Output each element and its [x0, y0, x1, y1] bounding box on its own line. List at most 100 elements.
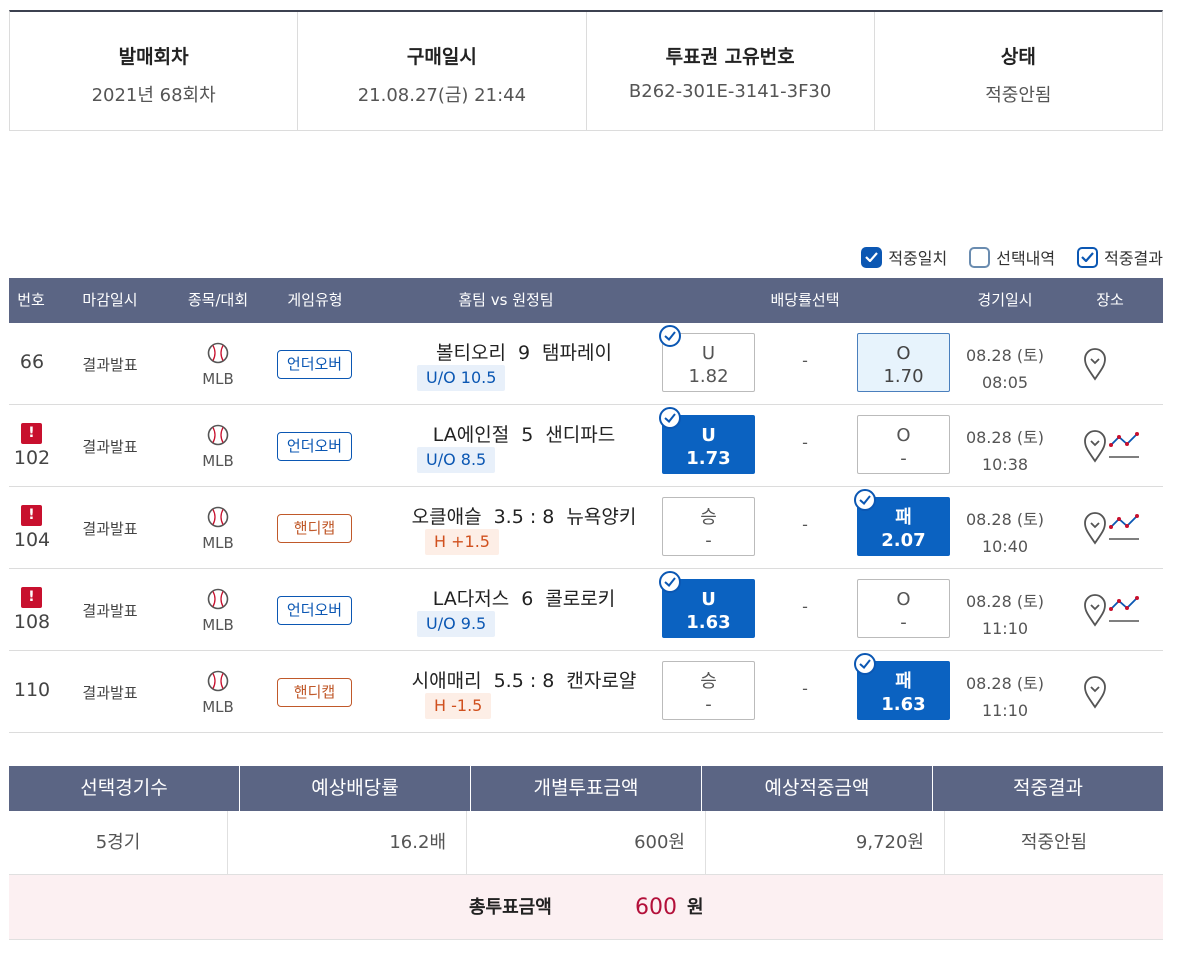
- game-number: 66: [19, 351, 45, 373]
- check-circle-icon: [659, 407, 681, 429]
- game-date: 08.28 (토): [965, 510, 1045, 529]
- game-datetime: 08.28 (토) 10:38: [959, 424, 1051, 478]
- check-circle-icon: [854, 653, 876, 675]
- game-time: 10:38: [981, 455, 1029, 474]
- exclamation-icon: !: [21, 587, 42, 608]
- game-table-header: 번호 마감일시 종목/대회 게임유형 홈팀 vs 원정팀 배당률선택 경기일시 …: [9, 278, 1163, 323]
- away-team: 콜로로키: [545, 588, 616, 610]
- league-label: MLB: [202, 370, 234, 388]
- map-pin-icon[interactable]: [1083, 593, 1107, 627]
- summary-odds: 16.2배: [228, 811, 467, 874]
- matchup: LA에인절 5 샌디파드: [359, 420, 689, 447]
- info-value: 2021년 68회차: [91, 85, 216, 106]
- legend: 적중일치 선택내역 적중결과: [839, 245, 1163, 269]
- line-tag: H -1.5: [425, 693, 492, 719]
- map-pin-icon[interactable]: [1083, 429, 1107, 463]
- game-number: 104: [13, 529, 51, 551]
- summary-col-odds: 예상배당률: [240, 766, 471, 811]
- col-number: 번호: [17, 291, 45, 309]
- game-datetime: 08.28 (토) 11:10: [959, 588, 1051, 642]
- summary-col-result: 적중결과: [1013, 777, 1083, 799]
- home-team: 볼티오리: [436, 342, 506, 364]
- game-type-badge: 언더오버: [277, 432, 352, 461]
- info-value: 21.08.27(금) 21:44: [357, 85, 527, 106]
- total-label: 총투표금액: [469, 897, 552, 918]
- col-deadline: 마감일시: [82, 291, 138, 309]
- summary-col-payout: 예상적중금액: [702, 766, 933, 811]
- trend-chart-icon[interactable]: [1108, 509, 1140, 543]
- game-row: ! 108 결과발표 MLB 언더오버 LA다저스 6 콜로로키 U/O 9.5 U 1.63- O -…: [9, 569, 1163, 651]
- score: 9: [517, 342, 531, 364]
- draw-odds: -: [802, 597, 808, 616]
- legend-hit-result[interactable]: 적중결과: [1077, 245, 1163, 269]
- game-datetime: 08.28 (토) 11:10: [959, 670, 1051, 724]
- game-time: 08:05: [981, 373, 1029, 392]
- line-tag: U/O 10.5: [417, 365, 506, 391]
- home-team: 시애매리: [411, 670, 482, 692]
- away-team: 샌디파드: [545, 424, 616, 446]
- matchup: LA다저스 6 콜로로키: [359, 584, 689, 611]
- odds-option-value: 1.63: [881, 694, 926, 715]
- legend-selection[interactable]: 선택내역: [969, 245, 1055, 269]
- summary-payout: 9,720원: [706, 811, 945, 874]
- odds-option-left[interactable]: 승-: [662, 497, 755, 556]
- game-type-badge: 핸디캡: [277, 514, 352, 543]
- odds-option-label: U: [701, 589, 716, 610]
- legend-label: 선택내역: [996, 249, 1056, 268]
- exclamation-icon: !: [21, 423, 42, 444]
- game-row: ! 102 결과발표 MLB 언더오버 LA에인절 5 샌디파드 U/O 8.5 U 1.73- O -…: [9, 405, 1163, 487]
- odds-option-label: 패: [895, 507, 912, 528]
- score: 6: [521, 588, 534, 610]
- league-label: MLB: [202, 616, 234, 634]
- baseball-icon: [207, 588, 229, 610]
- game-table: 번호 마감일시 종목/대회 게임유형 홈팀 vs 원정팀 배당률선택 경기일시 …: [9, 278, 1163, 733]
- league-label: MLB: [202, 534, 234, 552]
- total-amount: 600: [635, 895, 677, 920]
- trend-chart-icon[interactable]: [1108, 591, 1140, 625]
- draw-odds: -: [802, 679, 808, 698]
- home-team: LA에인절: [432, 424, 510, 446]
- line-tag: U/O 8.5: [417, 447, 496, 473]
- baseball-icon: [207, 424, 229, 446]
- odds-option-value: 1.73: [686, 448, 731, 469]
- odds-option-right[interactable]: O-: [857, 415, 950, 474]
- odds-option-label: 패: [895, 671, 912, 692]
- info-label: 상태: [1000, 46, 1036, 68]
- info-label: 투표권 고유번호: [665, 46, 795, 68]
- info-purchase-time: 구매일시 21.08.27(금) 21:44: [298, 12, 587, 130]
- game-datetime: 08.28 (토) 08:05: [959, 342, 1051, 396]
- odds-option-value: 1.70: [883, 366, 924, 387]
- col-teams: 홈팀 vs 원정팀: [458, 291, 554, 309]
- league-label: MLB: [202, 452, 234, 470]
- odds-option-right[interactable]: O-: [857, 579, 950, 638]
- odds-option-label: O: [896, 425, 911, 446]
- checkbox-empty-icon[interactable]: [969, 246, 991, 268]
- col-game-date: 경기일시: [977, 291, 1033, 309]
- summary-table: 선택경기수 예상배당률 개별투표금액 예상적중금액 적중결과 5경기 16.2배…: [9, 766, 1163, 940]
- col-venue: 장소: [1096, 291, 1124, 309]
- deadline-status: 결과발표: [82, 438, 138, 456]
- score: 5.5 : 8: [493, 670, 555, 692]
- info-ticket-id: 투표권 고유번호 B262-301E-3141-3F30: [587, 12, 875, 130]
- odds-option-value: -: [900, 612, 907, 633]
- check-circle-icon: [854, 489, 876, 511]
- map-pin-icon[interactable]: [1083, 675, 1107, 709]
- legend-hit-match[interactable]: 적중일치: [861, 245, 947, 269]
- line-tag: U/O 9.5: [417, 611, 496, 637]
- map-pin-icon[interactable]: [1083, 511, 1107, 545]
- summary-stake: 600원: [467, 811, 706, 874]
- map-pin-icon[interactable]: [1083, 347, 1107, 381]
- score: 3.5 : 8: [493, 506, 555, 528]
- deadline-status: 결과발표: [82, 356, 138, 374]
- odds-option-right[interactable]: O 1.70: [857, 333, 950, 392]
- odds-option-value: 1.82: [688, 366, 729, 387]
- away-team: 캔자로얄: [566, 670, 637, 692]
- checkbox-check-outline-icon[interactable]: [1077, 246, 1099, 268]
- trend-chart-icon[interactable]: [1108, 427, 1140, 461]
- info-label: 구매일시: [406, 46, 477, 68]
- checkbox-checked-icon[interactable]: [861, 246, 883, 268]
- col-sport: 종목/대회: [187, 291, 249, 309]
- odds-option-label: 승: [700, 507, 717, 528]
- draw-odds: -: [802, 351, 808, 370]
- odds-option-left[interactable]: 승-: [662, 661, 755, 720]
